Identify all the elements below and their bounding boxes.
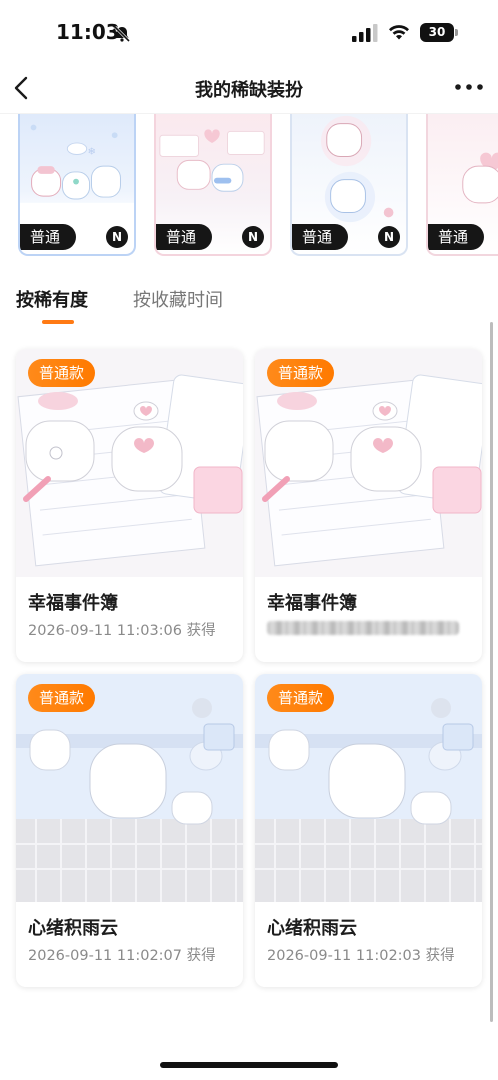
obtained-date: 2026-09-11 11:02:03 获得	[267, 948, 455, 964]
outfit-title: 幸福事件簿	[28, 593, 118, 614]
signal-icon	[352, 24, 378, 42]
brand-n-icon: N	[106, 226, 128, 248]
carousel-item[interactable]: 普通	[426, 114, 498, 256]
more-options-icon[interactable]	[454, 82, 484, 92]
outfit-carousel[interactable]: ❄ 普通 N 普通 N 普通 N 普通	[0, 114, 498, 262]
rarity-badge: 普通款	[28, 359, 96, 387]
outfit-preview-image	[159, 129, 265, 192]
outfit-card[interactable]: 普通款 幸福事件簿 2026-09-11 11:03:06 获得	[16, 349, 243, 662]
home-indicator[interactable]	[160, 1062, 338, 1068]
outfit-card[interactable]: 普通款 心绪积雨云 2026-09-11 11:02:03 获得	[255, 674, 482, 987]
rarity-badge: 普通款	[267, 684, 335, 712]
nav-bar: 我的稀缺装扮	[0, 64, 498, 114]
outfit-preview-image: ❄	[20, 124, 134, 225]
rarity-badge: 普通款	[28, 684, 96, 712]
wifi-icon	[389, 25, 409, 40]
outfit-preview-image	[320, 115, 394, 223]
page-title: 我的稀缺装扮	[195, 80, 303, 101]
scrollbar[interactable]	[490, 322, 493, 1022]
rarity-badge: 普通款	[267, 359, 335, 387]
outfit-card[interactable]: 普通款 心绪积雨云 2026-09-11 11:02:07 获得	[16, 674, 243, 987]
outfit-title: 心绪积雨云	[267, 918, 357, 939]
status-bar: 11:03 30	[0, 0, 498, 64]
status-time: 11:03	[56, 20, 120, 44]
outfit-title: 心绪积雨云	[28, 918, 118, 939]
brand-n-icon: N	[378, 226, 400, 248]
rarity-badge: 普通	[292, 224, 349, 250]
rarity-badge: 普通	[428, 224, 485, 250]
tab-sort-by-rarity[interactable]: 按稀有度	[16, 286, 88, 312]
outfit-card[interactable]: 普通款 幸福事件簿	[255, 349, 482, 662]
rarity-badge: 普通	[156, 224, 213, 250]
carousel-item[interactable]: 普通 N	[290, 114, 408, 256]
outfit-preview-image	[462, 152, 498, 204]
obtained-date: 2026-09-11 11:03:06 获得	[28, 623, 216, 639]
rarity-badge: 普通	[20, 224, 77, 250]
carousel-item[interactable]: ❄ 普通 N	[18, 114, 136, 256]
brand-n-icon: N	[242, 226, 264, 248]
obtained-date-redacted	[267, 621, 459, 635]
svg-text:❄: ❄	[88, 147, 96, 158]
obtained-date: 2026-09-11 11:02:07 获得	[28, 948, 216, 964]
bell-muted-icon	[113, 25, 131, 43]
outfit-title: 幸福事件簿	[267, 593, 357, 614]
active-tab-indicator	[42, 320, 74, 324]
tab-sort-by-collect-time[interactable]: 按收藏时间	[133, 286, 223, 312]
battery-indicator: 30	[420, 23, 458, 42]
carousel-item[interactable]: 普通 N	[154, 114, 272, 256]
